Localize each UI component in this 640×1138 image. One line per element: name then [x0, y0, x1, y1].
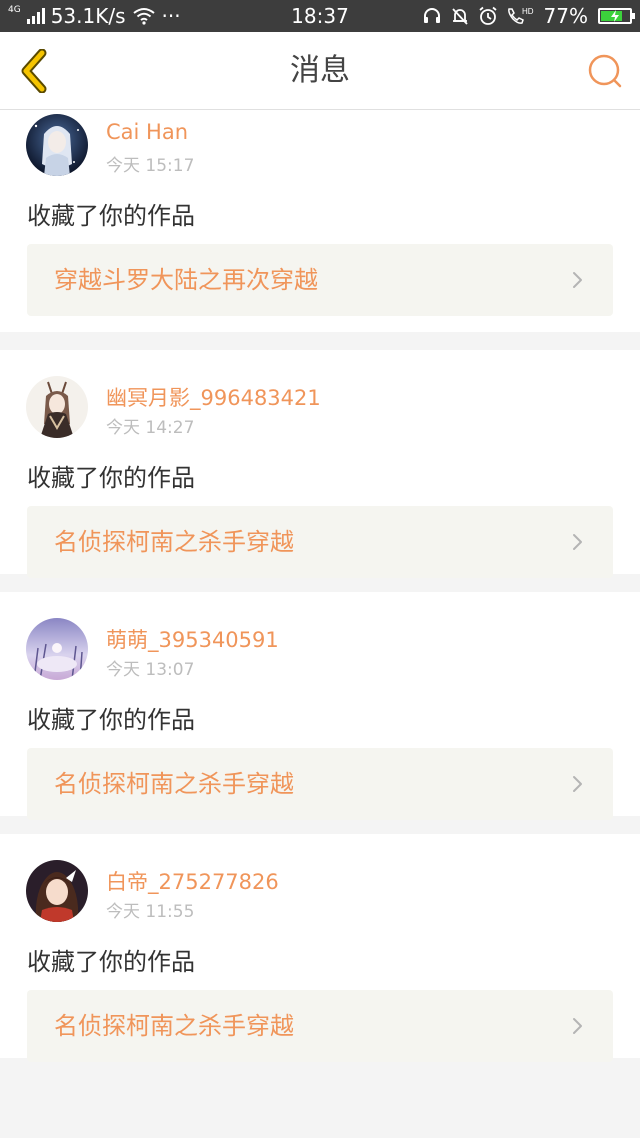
work-title: 穿越斗罗大陆之再次穿越 [54, 266, 318, 294]
timestamp: 今天 13:07 [106, 660, 195, 680]
chevron-right-icon [573, 1018, 582, 1034]
page-title: 消息 [290, 53, 350, 88]
back-button[interactable] [14, 48, 54, 94]
battery-percent: 77% [543, 4, 588, 28]
avatar[interactable] [26, 376, 88, 438]
hd-call-icon: HD [506, 5, 536, 27]
chevron-right-icon [573, 776, 582, 792]
work-link[interactable]: 名侦探柯南之杀手穿越 [27, 506, 613, 578]
search-icon [588, 54, 622, 88]
work-title: 名侦探柯南之杀手穿越 [54, 528, 294, 556]
avatar[interactable] [26, 114, 88, 176]
chevron-left-icon [21, 49, 47, 93]
username[interactable]: 萌萌_395340591 [106, 624, 279, 654]
username[interactable]: Cai Han [106, 120, 188, 144]
status-bar-right: HD 77% [422, 0, 635, 32]
battery-icon [598, 8, 635, 24]
timestamp: 今天 11:55 [106, 902, 195, 922]
chevron-right-icon [573, 272, 582, 288]
timestamp: 今天 14:27 [106, 418, 195, 438]
message-list: Cai Han 今天 15:17 收藏了你的作品 穿越斗罗大陆之再次穿越 幽冥月… [0, 110, 640, 1076]
message-card: Cai Han 今天 15:17 收藏了你的作品 穿越斗罗大陆之再次穿越 [0, 110, 640, 332]
work-link[interactable]: 穿越斗罗大陆之再次穿越 [27, 244, 613, 316]
message-card: 白帝_275277826 今天 11:55 收藏了你的作品 名侦探柯南之杀手穿越 [0, 834, 640, 1062]
hd-label: HD [522, 7, 534, 16]
status-bar: 4G 53.1K/s ··· 18:37 HD 77% [0, 0, 640, 32]
avatar[interactable] [26, 860, 88, 922]
timestamp: 今天 15:17 [106, 156, 195, 176]
action-text: 收藏了你的作品 [27, 202, 195, 230]
work-title: 名侦探柯南之杀手穿越 [54, 770, 294, 798]
action-text: 收藏了你的作品 [27, 464, 195, 492]
headset-icon [422, 6, 442, 26]
action-text: 收藏了你的作品 [27, 948, 195, 976]
top-nav-bar: 消息 [0, 32, 640, 110]
username[interactable]: 幽冥月影_996483421 [106, 382, 321, 412]
message-card: 幽冥月影_996483421 今天 14:27 收藏了你的作品 名侦探柯南之杀手… [0, 350, 640, 578]
action-text: 收藏了你的作品 [27, 706, 195, 734]
work-link[interactable]: 名侦探柯南之杀手穿越 [27, 990, 613, 1062]
alarm-icon [478, 6, 498, 26]
work-title: 名侦探柯南之杀手穿越 [54, 1012, 294, 1040]
search-button[interactable] [584, 50, 626, 92]
username[interactable]: 白帝_275277826 [106, 866, 279, 896]
avatar[interactable] [26, 618, 88, 680]
work-link[interactable]: 名侦探柯南之杀手穿越 [27, 748, 613, 820]
charging-bolt-icon [600, 10, 630, 22]
chevron-right-icon [573, 534, 582, 550]
message-card: 萌萌_395340591 今天 13:07 收藏了你的作品 名侦探柯南之杀手穿越 [0, 592, 640, 820]
mute-bell-icon [450, 6, 470, 26]
